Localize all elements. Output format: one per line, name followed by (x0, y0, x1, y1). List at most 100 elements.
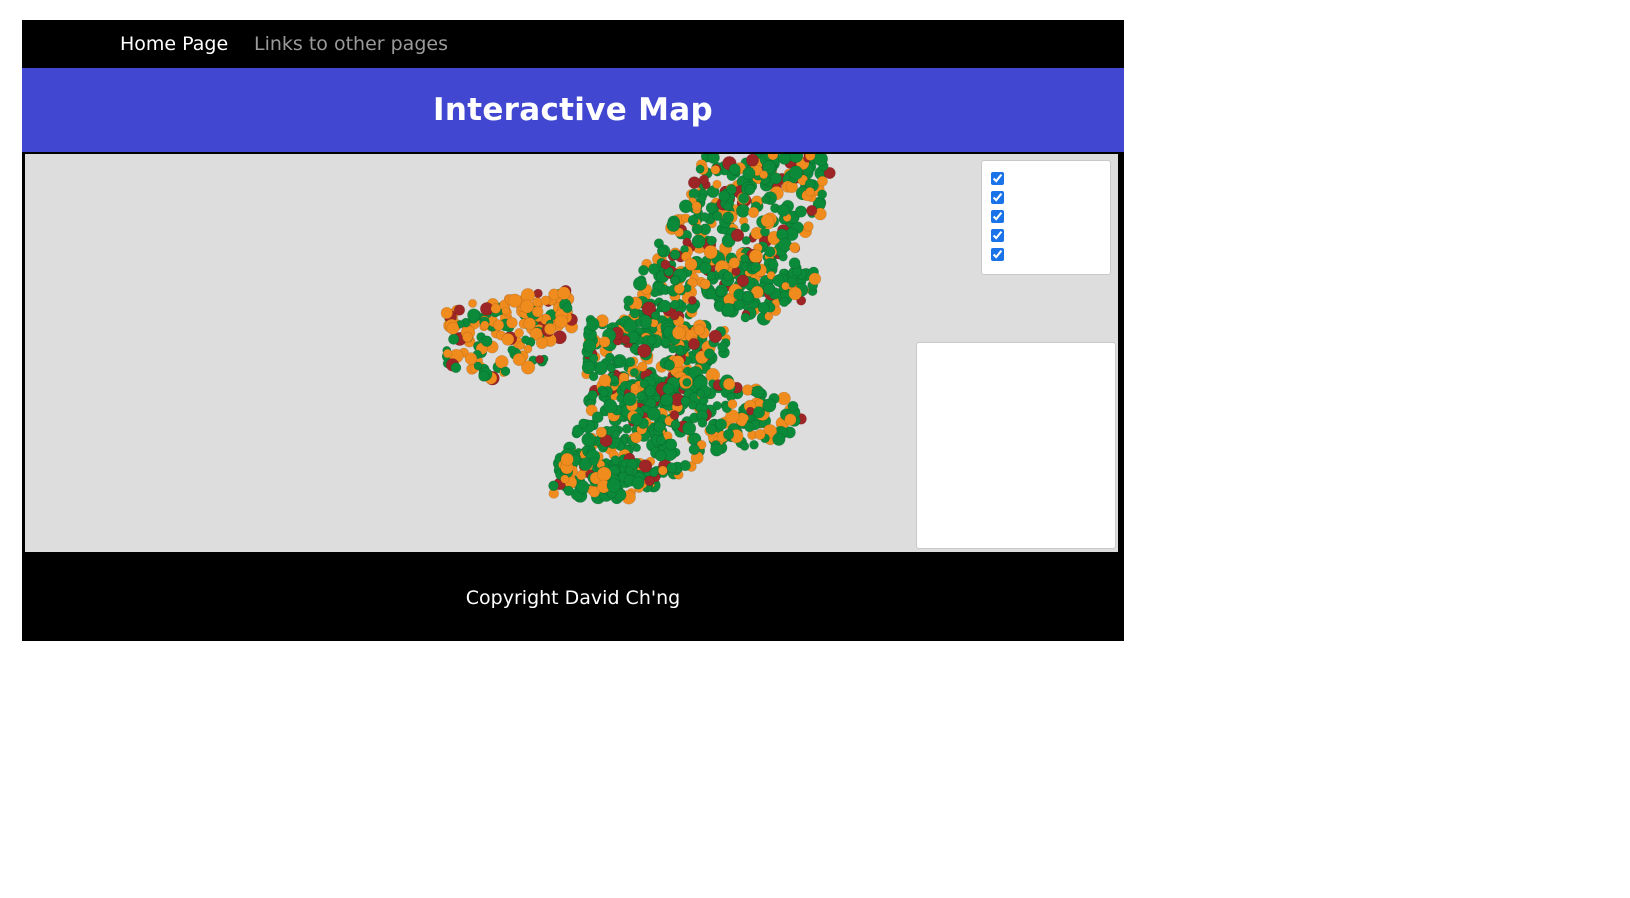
map-marker[interactable] (554, 314, 569, 329)
map-marker[interactable] (603, 399, 618, 414)
map-marker[interactable] (794, 205, 808, 218)
map-marker[interactable] (589, 456, 599, 466)
map-marker[interactable] (624, 466, 634, 476)
map-marker[interactable] (625, 356, 636, 368)
map-marker[interactable] (688, 188, 700, 200)
map-marker[interactable] (614, 357, 624, 367)
map-marker[interactable] (581, 432, 596, 447)
map-marker[interactable] (699, 278, 711, 290)
map-marker[interactable] (698, 174, 710, 185)
map-marker[interactable] (712, 179, 722, 189)
map-marker[interactable] (521, 335, 530, 345)
map-marker[interactable] (596, 466, 612, 482)
map-marker[interactable] (776, 203, 790, 217)
map-marker[interactable] (650, 311, 660, 320)
map-marker[interactable] (560, 474, 570, 484)
map-marker[interactable] (723, 201, 733, 212)
map-marker[interactable] (748, 249, 763, 264)
map-marker[interactable] (520, 299, 535, 314)
map-marker[interactable] (779, 296, 790, 308)
map-marker[interactable] (670, 275, 680, 286)
map-marker[interactable] (464, 352, 478, 365)
map-marker[interactable] (757, 301, 770, 314)
map-marker[interactable] (687, 338, 700, 351)
map-marker[interactable] (660, 393, 674, 407)
map-marker[interactable] (742, 291, 754, 303)
map-marker[interactable] (462, 331, 473, 343)
map-marker[interactable] (621, 423, 632, 434)
map-marker[interactable] (606, 478, 621, 493)
interactive-map[interactable] (25, 154, 1118, 552)
map-marker[interactable] (699, 212, 710, 222)
map-marker[interactable] (500, 366, 511, 377)
map-marker[interactable] (531, 305, 544, 318)
map-marker[interactable] (687, 295, 697, 305)
map-marker[interactable] (706, 235, 717, 246)
map-marker[interactable] (453, 304, 466, 316)
map-marker[interactable] (660, 337, 671, 347)
map-marker[interactable] (663, 359, 676, 371)
map-marker[interactable] (606, 363, 616, 373)
map-marker[interactable] (764, 246, 776, 258)
map-marker[interactable] (772, 432, 786, 446)
map-marker[interactable] (728, 163, 741, 176)
map-marker[interactable] (448, 333, 460, 345)
map-marker[interactable] (543, 322, 557, 336)
map-marker[interactable] (578, 418, 589, 429)
map-marker[interactable] (718, 190, 730, 202)
map-marker[interactable] (512, 353, 526, 367)
layer-checkbox-5[interactable] (991, 248, 1004, 261)
layer-toggle-4[interactable] (991, 227, 1007, 243)
map-marker[interactable] (563, 485, 574, 496)
map-marker[interactable] (744, 421, 755, 433)
map-marker[interactable] (736, 274, 750, 288)
map-marker[interactable] (717, 341, 728, 353)
map-marker[interactable] (741, 384, 754, 396)
nav-home-link[interactable]: Home Page (120, 20, 228, 68)
map-marker[interactable] (715, 286, 726, 298)
map-marker[interactable] (638, 264, 649, 276)
map-marker[interactable] (808, 272, 822, 286)
map-marker[interactable] (806, 204, 818, 217)
map-marker[interactable] (762, 398, 777, 413)
map-marker[interactable] (666, 218, 681, 232)
map-marker[interactable] (660, 259, 671, 270)
map-marker[interactable] (697, 193, 707, 203)
map-marker[interactable] (654, 449, 667, 462)
map-marker[interactable] (669, 410, 680, 420)
map-marker[interactable] (611, 430, 621, 439)
map-marker[interactable] (695, 164, 705, 174)
map-marker[interactable] (738, 192, 750, 205)
map-marker[interactable] (788, 257, 801, 270)
map-marker[interactable] (740, 312, 751, 323)
map-marker[interactable] (739, 441, 750, 451)
map-marker[interactable] (703, 348, 715, 360)
map-marker[interactable] (770, 172, 782, 185)
map-marker[interactable] (714, 418, 727, 431)
map-marker[interactable] (691, 201, 702, 212)
map-marker[interactable] (514, 327, 524, 338)
map-marker[interactable] (446, 321, 460, 335)
map-marker[interactable] (787, 400, 799, 412)
map-marker[interactable] (684, 258, 698, 271)
map-marker[interactable] (649, 467, 659, 478)
map-marker[interactable] (669, 299, 680, 310)
map-marker[interactable] (440, 306, 453, 320)
map-marker[interactable] (490, 303, 502, 314)
map-marker[interactable] (817, 189, 828, 200)
map-marker[interactable] (576, 470, 587, 481)
map-marker[interactable] (560, 452, 574, 467)
map-marker[interactable] (610, 455, 621, 465)
map-marker[interactable] (680, 396, 691, 406)
map-marker[interactable] (631, 476, 645, 490)
map-marker[interactable] (805, 186, 815, 197)
map-marker[interactable] (523, 344, 533, 354)
map-marker[interactable] (697, 417, 708, 428)
map-marker[interactable] (736, 203, 750, 218)
map-marker[interactable] (598, 336, 611, 348)
map-marker[interactable] (750, 261, 762, 273)
map-marker[interactable] (630, 413, 643, 426)
map-marker[interactable] (535, 354, 545, 364)
nav-other-pages-link[interactable]: Links to other pages (254, 20, 448, 68)
map-marker[interactable] (679, 460, 691, 472)
